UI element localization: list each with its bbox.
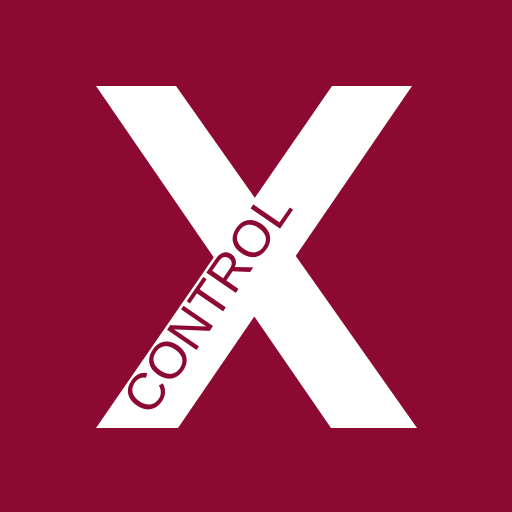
x-control-logo-graphic: CONTROL bbox=[0, 0, 512, 512]
app-logo: CONTROL bbox=[0, 0, 512, 512]
